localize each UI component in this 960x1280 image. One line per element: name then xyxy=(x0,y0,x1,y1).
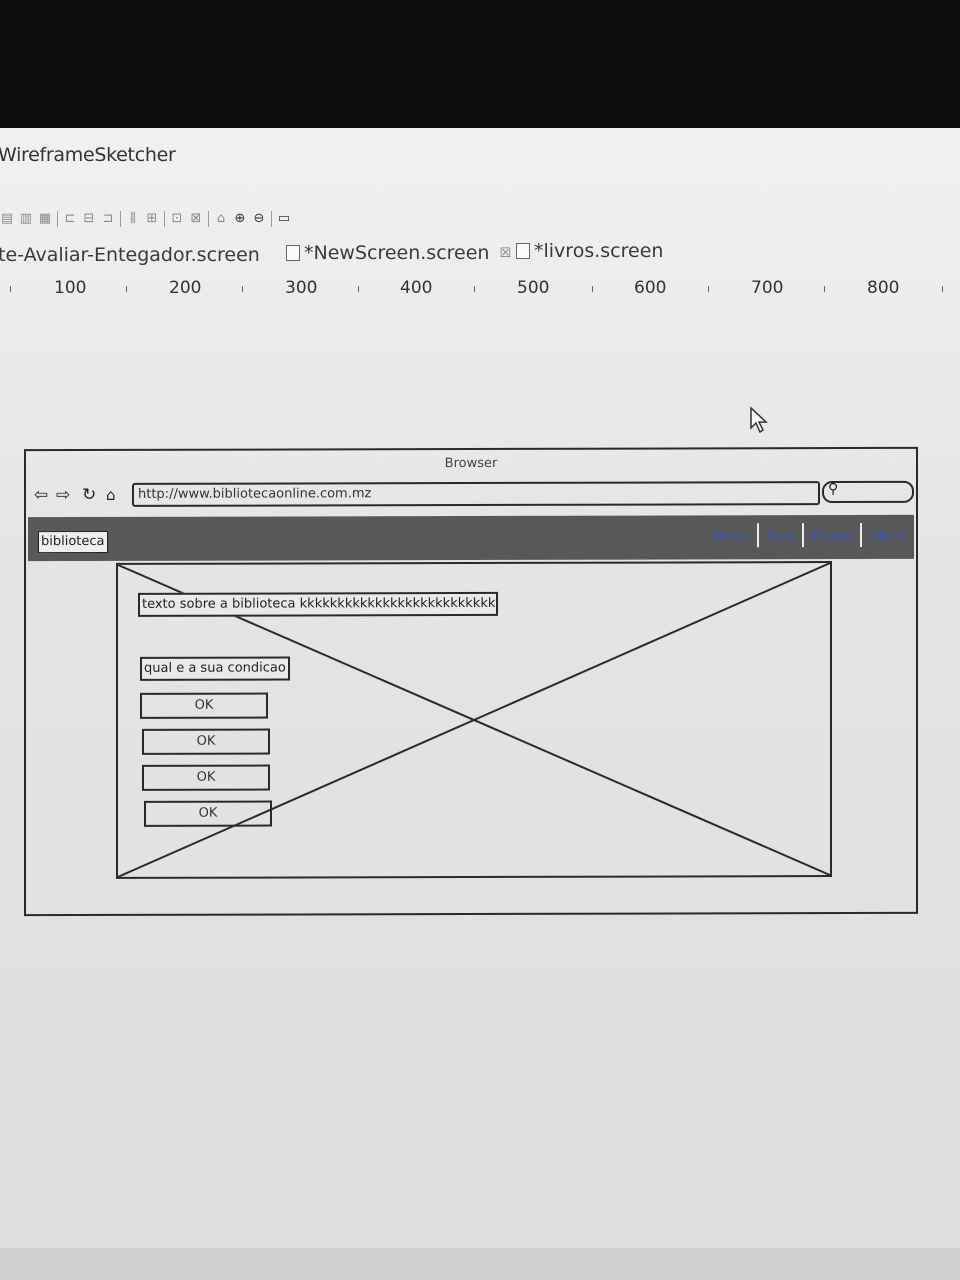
forward-arrow-icon[interactable]: ⇨ xyxy=(56,485,70,505)
mouse-cursor-icon xyxy=(750,406,768,434)
align-left-icon[interactable]: ⊏ xyxy=(63,212,77,226)
nav-links: Home Blog Forum About xyxy=(712,522,906,548)
preview-icon[interactable]: ▭ xyxy=(277,212,291,226)
ruler-mark: 600 xyxy=(634,278,667,298)
ungroup-alt-icon[interactable]: ⊠ xyxy=(189,212,203,226)
toolbar-separator xyxy=(57,211,58,227)
nav-link-forum[interactable]: Forum xyxy=(812,528,852,542)
ruler-mark: 400 xyxy=(400,278,433,298)
tab-label: *NewScreen.screen xyxy=(304,242,490,264)
ruler-mark: 200 xyxy=(169,278,202,298)
ruler-mark: 300 xyxy=(285,278,318,298)
ok-button-3[interactable]: OK xyxy=(142,764,270,791)
toolbar-separator xyxy=(164,211,165,227)
nav-separator xyxy=(756,523,759,548)
about-text-label: texto sobre a biblioteca kkkkkkkkkkkkkkk… xyxy=(138,591,498,617)
ruler-mark: 500 xyxy=(517,278,550,298)
save-all-icon[interactable]: ▥ xyxy=(19,212,33,226)
browser-title: Browser xyxy=(444,455,498,472)
browser-address-row: ⇦ ⇨ ↻ ⌂ http://www.bibliotecaonline.com.… xyxy=(32,480,914,507)
close-icon[interactable]: ☒ xyxy=(499,246,511,261)
save-icon[interactable]: ▤ xyxy=(0,212,14,226)
search-icon[interactable]: ⚲ xyxy=(828,481,838,497)
wireframe-browser[interactable]: Browser ⇦ ⇨ ↻ ⌂ http://www.bibliotecaonl… xyxy=(24,446,918,917)
zoom-out-icon[interactable]: ⊖ xyxy=(252,212,266,226)
align-center-icon[interactable]: ⊟ xyxy=(82,212,96,226)
screen-file-icon xyxy=(516,243,530,259)
ok-button-4[interactable]: OK xyxy=(144,800,272,827)
back-arrow-icon[interactable]: ⇦ xyxy=(34,485,48,505)
monitor-bottom-edge xyxy=(0,1248,960,1280)
app-title: WireframeSketcher xyxy=(0,144,176,166)
nav-link-home[interactable]: Home xyxy=(712,528,748,542)
align-right-icon[interactable]: ⊐ xyxy=(101,212,115,226)
distribute-icon[interactable]: ⫼ xyxy=(126,212,140,226)
tab-label: te-Avaliar-Entegador.screen xyxy=(0,244,260,266)
toolbar-separator xyxy=(271,211,272,227)
ruler-mark: 800 xyxy=(867,278,900,298)
nav-separator xyxy=(859,522,862,547)
nav-link-blog[interactable]: Blog xyxy=(767,528,795,542)
refresh-icon[interactable]: ↻ xyxy=(82,485,96,505)
monitor-screen: WireframeSketcher ▤ ▥ ▦ ⊏ ⊟ ⊐ ⫼ ⊞ ⊡ ⊠ ⌂ … xyxy=(0,128,960,1253)
nav-separator xyxy=(802,523,805,548)
print-icon[interactable]: ▦ xyxy=(38,212,52,226)
toolbar-separator xyxy=(208,211,209,227)
toolbar: ▤ ▥ ▦ ⊏ ⊟ ⊐ ⫼ ⊞ ⊡ ⊠ ⌂ ⊕ ⊖ ▭ xyxy=(0,208,440,230)
tab-livros[interactable]: *livros.screen xyxy=(516,240,663,262)
screen-file-icon xyxy=(286,245,300,261)
ok-button-2[interactable]: OK xyxy=(142,728,270,755)
url-input[interactable]: http://www.bibliotecaonline.com.mz xyxy=(132,481,820,507)
tab-newscreen[interactable]: *NewScreen.screen ☒ xyxy=(286,242,511,264)
nav-link-about[interactable]: About xyxy=(870,528,906,542)
editor-tabs: te-Avaliar-Entegador.screen *NewScreen.s… xyxy=(0,240,960,270)
zoom-in-icon[interactable]: ⊕ xyxy=(233,212,247,226)
tab-label: *livros.screen xyxy=(534,240,664,262)
nav-bar: biblioteca Home Blog Forum About xyxy=(28,514,914,562)
home-icon[interactable]: ⌂ xyxy=(106,486,116,504)
toolbar-separator xyxy=(120,211,121,227)
ok-button-1[interactable]: OK xyxy=(140,692,268,719)
group-icon[interactable]: ⊞ xyxy=(145,212,159,226)
ungroup-icon[interactable]: ⊡ xyxy=(170,212,184,226)
search-field[interactable]: ⚲ xyxy=(822,480,914,504)
ruler-mark: 700 xyxy=(751,278,784,298)
lock-icon[interactable]: ⌂ xyxy=(214,212,228,226)
horizontal-ruler: 100 200 300 400 500 600 700 800 xyxy=(0,274,960,304)
ruler-mark: 100 xyxy=(54,278,87,298)
brand-label[interactable]: biblioteca xyxy=(38,530,108,554)
tab-avaliar-entegador[interactable]: te-Avaliar-Entegador.screen xyxy=(0,244,260,266)
question-label: qual e a sua condicao xyxy=(140,656,290,681)
